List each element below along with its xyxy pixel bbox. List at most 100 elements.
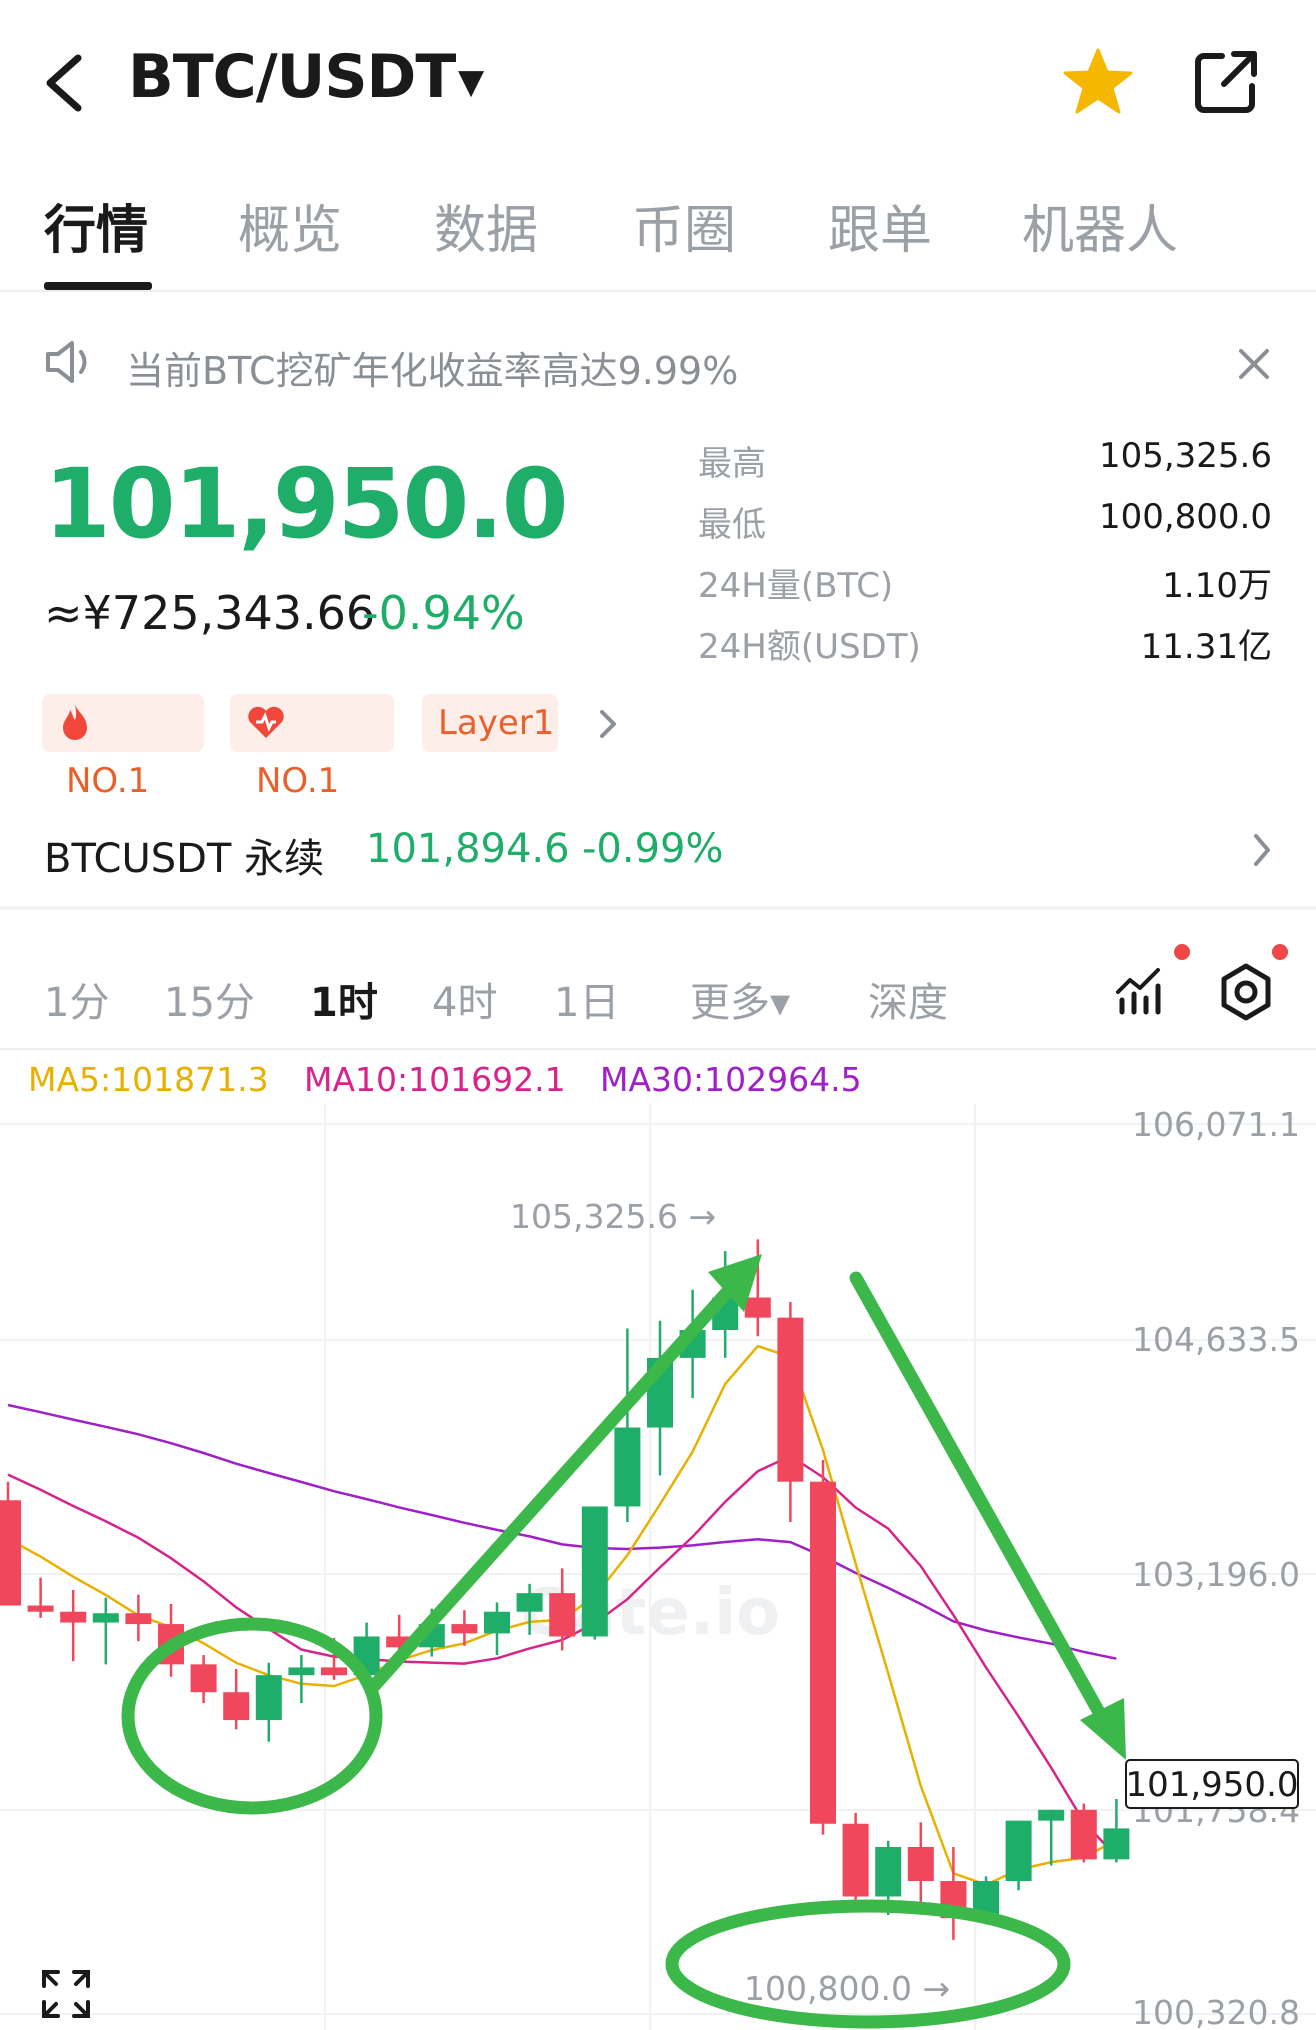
indicator-button[interactable] <box>1112 962 1168 1018</box>
candlestick-chart[interactable]: Gate.io 106,071.1 104,633.5 103,196.0 10… <box>0 1104 1316 2030</box>
tab-copy-trade[interactable]: 跟单 <box>828 188 932 263</box>
candle-body <box>842 1823 869 1897</box>
candle-body <box>1038 1809 1065 1821</box>
candle-body <box>581 1506 608 1637</box>
y-axis-label: 106,071.1 <box>1132 1105 1300 1144</box>
section-gap <box>0 906 1316 910</box>
candle-body <box>875 1846 902 1897</box>
back-button[interactable] <box>36 50 96 116</box>
pair-title[interactable]: BTC/USDT <box>128 42 456 112</box>
annotation-arrow <box>849 1271 1107 1721</box>
interval-1h[interactable]: 1时 <box>310 970 378 1028</box>
candle-body <box>125 1613 152 1625</box>
tab-overview[interactable]: 概览 <box>238 188 342 263</box>
candle-body <box>516 1593 543 1612</box>
indicator-chart-icon <box>1116 968 1161 1015</box>
candle-body <box>288 1667 315 1676</box>
stat-label-low: 最低 <box>698 505 766 545</box>
candle-body <box>777 1317 804 1482</box>
candle-body <box>190 1664 217 1693</box>
active-tab-indicator <box>44 282 152 290</box>
current-price-label: 101,950.0 <box>1125 1765 1298 1805</box>
stat-label-turnover: 24H额(USDT) <box>698 627 921 667</box>
candle-body <box>549 1593 576 1637</box>
high-marker: 105,325.6 → <box>510 1197 716 1236</box>
ma5-label: MA5:101871.3 <box>28 1060 269 1099</box>
y-axis-label: 100,320.8 <box>1132 1993 1300 2030</box>
chevron-left-icon <box>46 54 82 112</box>
y-axis-label: 103,196.0 <box>1132 1555 1300 1594</box>
candle-body <box>60 1611 87 1623</box>
depth-tab[interactable]: 深度 <box>868 970 948 1028</box>
heart-icon <box>248 706 284 738</box>
low-marker: 100,800.0 → <box>744 1969 950 2008</box>
candle-body <box>451 1624 478 1634</box>
notification-dot <box>1174 944 1190 960</box>
candle-body <box>484 1611 510 1634</box>
candle-body <box>255 1675 282 1721</box>
candle-body <box>0 1500 21 1606</box>
badge-layer1[interactable]: Layer1 <box>422 694 558 752</box>
perpetual-name: BTCUSDT 永续 <box>44 836 325 882</box>
settings-hexagon-icon <box>1221 963 1271 1021</box>
candle-body <box>744 1297 771 1318</box>
cny-price: ≈¥725,343.66 <box>44 586 376 640</box>
candle-body <box>92 1613 119 1623</box>
ma10-label: MA10:101692.1 <box>304 1060 566 1099</box>
chart-grid <box>0 1104 1316 2030</box>
candle-body <box>321 1667 347 1676</box>
badge-hot-rank[interactable]: NO.1 <box>42 694 204 801</box>
annotation-circle <box>121 1617 383 1815</box>
last-price: 101,950.0 <box>44 448 569 560</box>
badge-favorite-rank[interactable]: NO.1 <box>230 694 394 801</box>
stat-value-turnover: 11.31亿 <box>1140 627 1272 667</box>
divider <box>0 290 1316 292</box>
favorite-button[interactable] <box>1060 44 1136 120</box>
interval-15m[interactable]: 15分 <box>164 970 255 1028</box>
notification-dot <box>1272 944 1288 960</box>
speaker-icon <box>44 338 98 386</box>
candle-body <box>1070 1809 1097 1860</box>
candle-body <box>27 1605 54 1612</box>
external-link-icon <box>1195 51 1257 113</box>
close-icon[interactable] <box>1236 346 1272 382</box>
price-change: -0.94% <box>362 586 525 640</box>
expand-button[interactable] <box>42 1970 90 2018</box>
caret-down-icon[interactable]: ▼ <box>458 62 484 102</box>
candle-body <box>223 1692 250 1721</box>
chevron-right-icon[interactable] <box>594 704 622 744</box>
candle-body <box>1005 1820 1032 1882</box>
candle-body <box>614 1427 641 1507</box>
flame-icon <box>63 704 87 740</box>
stat-label-high: 最高 <box>698 444 766 484</box>
candle-body <box>810 1481 836 1824</box>
tab-market[interactable]: 行情 <box>44 188 148 263</box>
perpetual-price: 101,894.6 <box>366 826 570 872</box>
share-button[interactable] <box>1190 46 1262 118</box>
candle-body <box>1103 1828 1130 1860</box>
y-axis-label: 104,633.5 <box>1132 1320 1300 1359</box>
tab-bot[interactable]: 机器人 <box>1022 188 1178 263</box>
candle-body <box>907 1846 934 1882</box>
tab-community[interactable]: 币圈 <box>632 188 736 263</box>
notice-text[interactable]: 当前BTC挖矿年化收益率高达9.99% <box>126 340 738 395</box>
expand-icon <box>42 1970 90 2018</box>
stat-value-high: 105,325.6 <box>1098 436 1272 476</box>
perpetual-change: -0.99% <box>582 826 724 872</box>
badge-label: Layer1 <box>438 703 555 743</box>
interval-more[interactable]: 更多▾ <box>690 970 790 1028</box>
ma30-label: MA30:102964.5 <box>600 1060 862 1099</box>
star-icon <box>1063 48 1133 114</box>
stat-label-volume: 24H量(BTC) <box>698 566 894 606</box>
chart-settings-button[interactable] <box>1216 962 1276 1022</box>
interval-1d[interactable]: 1日 <box>554 970 619 1028</box>
tab-data[interactable]: 数据 <box>434 188 538 263</box>
interval-1m[interactable]: 1分 <box>44 970 109 1028</box>
interval-4h[interactable]: 4时 <box>432 970 497 1028</box>
perpetual-row[interactable]: BTCUSDT 永续 101,894.6 -0.99% <box>0 800 1316 900</box>
divider <box>0 1048 1316 1050</box>
stat-value-volume: 1.10万 <box>1162 566 1272 606</box>
badge-label: NO.1 <box>256 761 340 801</box>
chevron-right-icon <box>1248 830 1276 870</box>
stat-value-low: 100,800.0 <box>1098 497 1272 537</box>
